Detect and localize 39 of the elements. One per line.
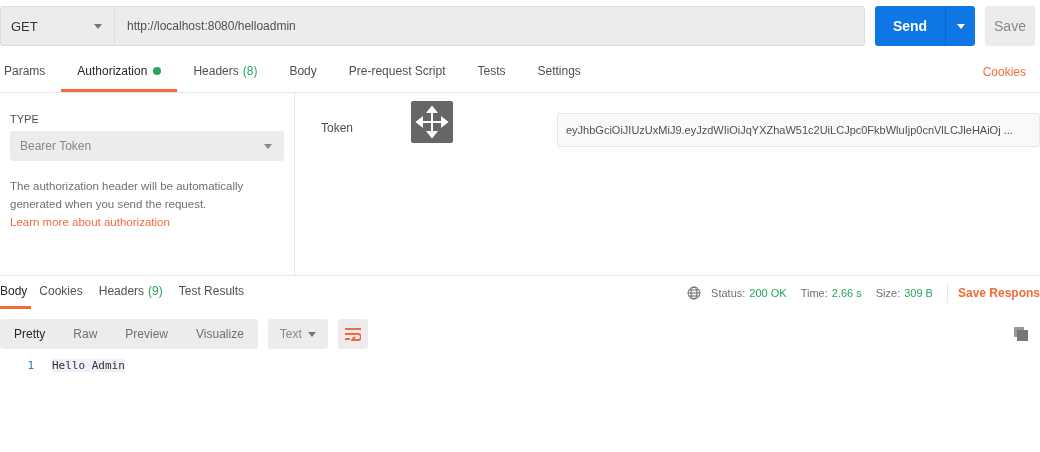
wrap-button[interactable] <box>337 319 368 349</box>
request-tab[interactable]: Tests <box>461 52 522 92</box>
send-dropdown[interactable] <box>945 6 975 46</box>
send-button[interactable]: Send <box>875 6 945 46</box>
response-tab[interactable]: Headers (9) <box>90 276 171 309</box>
token-label: Token <box>321 121 355 135</box>
status-label: Status: <box>711 286 746 299</box>
wrap-lines-icon <box>344 327 361 341</box>
size-label: Size: <box>875 286 901 299</box>
response-tab[interactable]: Body <box>0 276 32 309</box>
copy-icon <box>1014 327 1028 341</box>
token-field[interactable]: eyJhbGciOiJIUzUxMiJ9.eyJzdWIiOiJqYXZhaW51c2UiLCJpc0FkbWluIjp0cnVlLCJleHAiOj ... <box>557 113 1040 147</box>
request-tab[interactable]: Settings <box>521 52 597 92</box>
help-text: The authorization header will be automatically generated when you send the request. Learn more about authorization <box>10 179 245 230</box>
url-field[interactable]: http://localhost:8080/helloadmin <box>115 6 865 46</box>
size-value: 309 B <box>904 286 933 299</box>
move-icon <box>411 101 453 143</box>
status-value: 200 OK <box>749 286 787 299</box>
globe-icon <box>687 285 702 300</box>
request-tab[interactable]: Body <box>273 52 333 92</box>
line-number: 1 <box>26 359 34 372</box>
caret-icon <box>956 23 965 29</box>
format-tab[interactable]: Raw <box>59 319 112 349</box>
response-tab[interactable]: Test Results <box>170 276 253 309</box>
request-tab[interactable]: Headers (8) <box>177 52 274 92</box>
method-dropdown[interactable]: GET <box>0 6 115 46</box>
format-tab[interactable]: Preview <box>111 319 183 349</box>
time-value: 2.66 s <box>831 286 862 299</box>
caret-icon <box>307 331 316 337</box>
response-tab[interactable]: Cookies <box>31 276 91 309</box>
request-tab[interactable]: Params <box>0 52 62 92</box>
request-tab[interactable]: Authorization <box>61 52 178 92</box>
format-tab[interactable]: Visualize <box>182 319 258 349</box>
format-tab[interactable]: Pretty <box>0 319 60 349</box>
caret-icon <box>94 23 102 29</box>
type-label: TYPE <box>10 113 40 125</box>
request-tab[interactable]: Pre-request Script <box>332 52 462 92</box>
caret-icon <box>264 143 272 149</box>
time-label: Time: <box>800 286 828 299</box>
